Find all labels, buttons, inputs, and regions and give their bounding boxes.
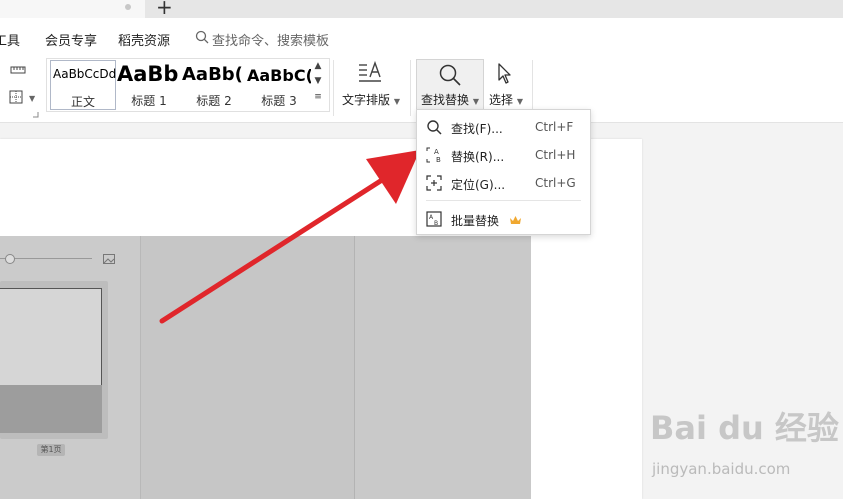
style-label: 正文 xyxy=(70,95,95,109)
menu-docer[interactable]: 稻壳资源 xyxy=(118,30,170,49)
zoom-slider-knob[interactable] xyxy=(5,254,15,264)
dropdown-item-shortcut: Ctrl+G xyxy=(535,176,576,190)
style-label: 标题 2 xyxy=(196,94,232,108)
tab-modified-dot xyxy=(125,4,131,10)
new-tab-button[interactable]: + xyxy=(156,0,173,19)
menu-member[interactable]: 会员专享 xyxy=(45,30,97,49)
gallery-more[interactable]: ≡ xyxy=(312,92,324,106)
active-tab[interactable] xyxy=(0,0,145,18)
dropdown-item-label: 定位(G)... xyxy=(451,178,506,192)
style-label: 标题 3 xyxy=(261,94,297,108)
svg-text:A: A xyxy=(434,148,439,156)
dropdown-item-label: 查找(F)... xyxy=(451,122,503,136)
image-icon[interactable] xyxy=(103,254,115,264)
borders-dropdown-caret[interactable]: ▼ xyxy=(29,94,35,103)
dropdown-separator xyxy=(426,200,581,201)
gallery-scroll-up[interactable]: ▲ xyxy=(312,61,324,75)
svg-text:B: B xyxy=(436,156,441,163)
dropdown-item-batch-replace[interactable]: A B 批量替换 xyxy=(417,205,590,233)
ruler-icon[interactable] xyxy=(10,64,26,76)
chevron-down-icon: ▼ xyxy=(472,97,479,106)
chevron-down-icon: ▼ xyxy=(516,97,523,106)
ribbon-separator xyxy=(410,60,411,116)
gallery-scroll-down[interactable]: ▼ xyxy=(312,76,324,90)
find-replace-button[interactable]: 查找替换 ▼ xyxy=(416,59,484,111)
watermark-url: jingyan.baidu.com xyxy=(652,460,791,478)
select-cursor-icon[interactable] xyxy=(495,62,515,86)
dropdown-item-find[interactable]: 查找(F)... Ctrl+F xyxy=(417,113,590,141)
dropdown-item-replace[interactable]: A B 替换(R)... Ctrl+H xyxy=(417,141,590,169)
style-normal[interactable]: AaBbCcDd 正文 xyxy=(50,60,116,110)
ribbon-separator xyxy=(532,60,533,116)
command-search-input[interactable]: 查找命令、搜索模板 xyxy=(212,30,329,49)
locate-icon xyxy=(426,175,442,191)
replace-icon: A B xyxy=(426,147,441,163)
text-layout-icon[interactable] xyxy=(357,60,383,86)
magnifier-icon xyxy=(439,64,461,86)
style-heading-2[interactable]: AaBb( 标题 2 xyxy=(182,60,246,108)
style-sample: AaBbC( xyxy=(247,66,311,85)
watermark-logo: Bai du 经验 xyxy=(650,409,839,447)
dropdown-item-shortcut: Ctrl+H xyxy=(535,148,576,162)
thumbnail-page xyxy=(0,288,102,386)
search-icon xyxy=(427,120,442,135)
style-sample: AaBbCcDd xyxy=(53,67,117,81)
dropdown-item-label: 替换(R)... xyxy=(451,150,505,164)
style-heading-3[interactable]: AaBbC( 标题 3 xyxy=(247,60,311,108)
style-sample: AaBb xyxy=(117,62,179,86)
page-number-label: 第1页 xyxy=(37,444,65,456)
menu-tools[interactable]: 工具 xyxy=(0,30,20,49)
dropdown-item-label: 批量替换 xyxy=(451,214,500,228)
find-replace-label: 查找替换 xyxy=(421,93,470,107)
text-layout-label: 文字排版 xyxy=(342,93,391,107)
find-replace-dropdown: 查找(F)... Ctrl+F A B 替换(R)... Ctrl+H 定位(G… xyxy=(416,109,591,235)
style-sample: AaBb( xyxy=(182,64,243,85)
ribbon-separator xyxy=(333,60,334,116)
dialog-launcher-icon[interactable] xyxy=(33,112,39,118)
chevron-down-icon: ▼ xyxy=(393,97,400,106)
dropdown-item-shortcut: Ctrl+F xyxy=(535,120,574,134)
search-icon[interactable] xyxy=(195,30,209,44)
crown-icon xyxy=(510,216,521,224)
style-heading-1[interactable]: AaBb 标题 1 xyxy=(117,60,181,108)
batch-replace-icon: A B xyxy=(426,211,442,227)
borders-icon[interactable] xyxy=(9,90,23,104)
thumbnail-page-footer xyxy=(0,385,102,433)
select-button[interactable]: 选择 ▼ xyxy=(489,91,523,108)
select-label: 选择 xyxy=(489,93,514,107)
text-layout-button[interactable]: 文字排版 ▼ xyxy=(342,91,400,108)
style-label: 标题 1 xyxy=(131,94,167,108)
svg-text:B: B xyxy=(434,220,438,227)
dropdown-item-goto[interactable]: 定位(G)... Ctrl+G xyxy=(417,169,590,197)
red-arrow-annotation xyxy=(159,150,420,324)
